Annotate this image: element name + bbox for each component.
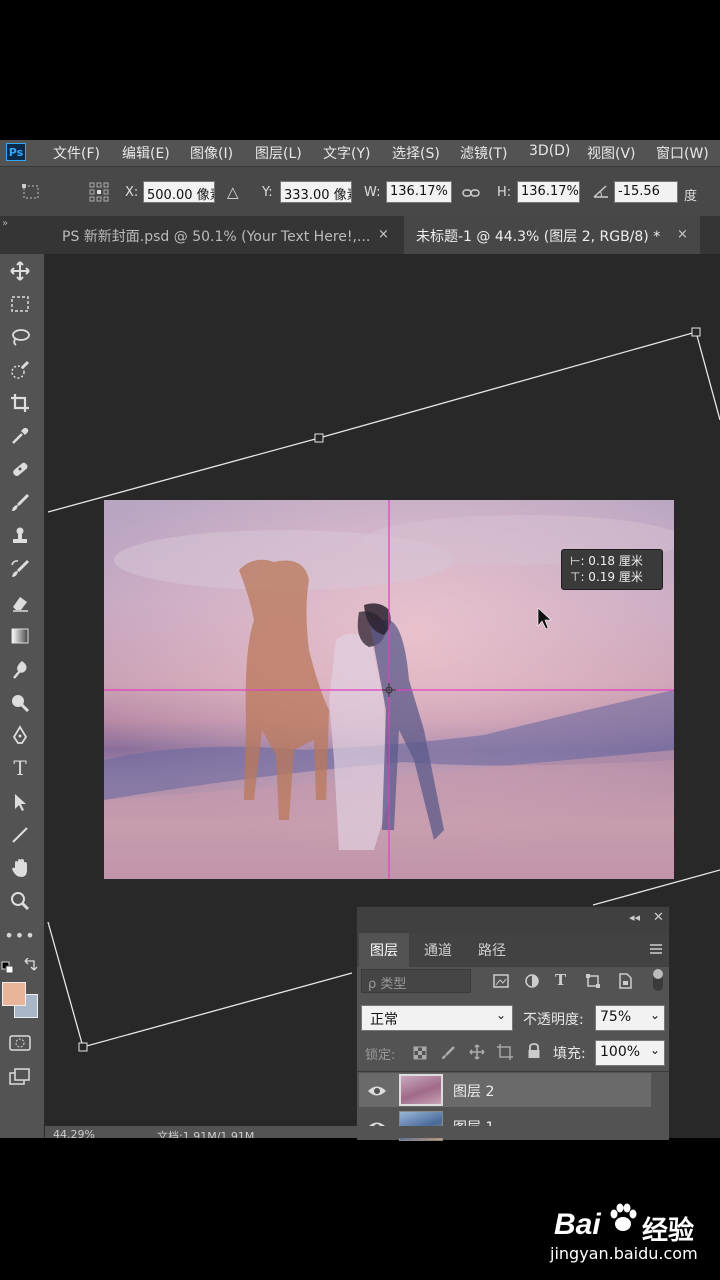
lock-all-icon[interactable]	[527, 1043, 541, 1059]
lock-artboard-icon[interactable]	[497, 1044, 513, 1060]
layers-panel: ◂◂ ✕ 图层 通道 路径 ρ 类型 T 正常 ⌄ 不透明度: 75% ⌄ 锁定…	[356, 906, 670, 1141]
chevron-down-icon: ⌄	[495, 1008, 506, 1022]
document-size: 文档:1.91M/1.91M	[157, 1130, 255, 1138]
panel-menu-icon[interactable]	[649, 941, 663, 955]
lock-transparent-icon[interactable]	[413, 1045, 427, 1060]
transform-handle[interactable]	[314, 433, 324, 443]
transform-handle[interactable]	[78, 1042, 88, 1052]
mouse-cursor-icon	[537, 607, 552, 630]
filter-type-icon[interactable]: T	[555, 971, 571, 989]
opacity-value: 75%	[600, 1009, 632, 1025]
opacity-field[interactable]: 75% ⌄	[595, 1005, 665, 1031]
opacity-label: 不透明度:	[523, 1012, 584, 1028]
tooltip-vertical-offset: ⊤: 0.19 厘米	[570, 570, 643, 584]
tab-layers[interactable]: 图层	[359, 933, 409, 967]
lock-paint-icon[interactable]	[441, 1045, 455, 1059]
chevron-down-icon: ⌄	[649, 1043, 660, 1057]
watermark-brand-suffix: 经验	[642, 1216, 695, 1246]
zoom-level[interactable]: 44.29%	[53, 1128, 95, 1138]
layer-thumbnail	[399, 1074, 443, 1106]
tab-channels[interactable]: 通道	[413, 933, 463, 967]
filter-toggle[interactable]	[653, 969, 663, 991]
tab-paths[interactable]: 路径	[467, 933, 517, 967]
fill-field[interactable]: 100% ⌄	[595, 1040, 665, 1066]
transform-handle[interactable]	[691, 327, 701, 337]
watermark-url: jingyan.baidu.com	[550, 1244, 698, 1263]
center-crosshair-icon[interactable]	[382, 683, 396, 697]
filter-pixel-icon[interactable]	[493, 973, 509, 989]
lock-position-icon[interactable]	[469, 1044, 485, 1060]
paw-logo-icon	[608, 1202, 638, 1234]
panel-collapse-icon[interactable]: ◂◂	[629, 911, 640, 924]
filter-adjustment-icon[interactable]	[524, 973, 540, 989]
chevron-down-icon: ⌄	[649, 1008, 660, 1022]
tooltip-horizontal-offset: ⊢: 0.18 厘米	[570, 554, 643, 568]
blend-mode-dropdown[interactable]: 正常 ⌄	[361, 1005, 513, 1031]
fill-label: 填充:	[553, 1046, 586, 1062]
eye-icon[interactable]	[367, 1083, 387, 1097]
transform-tooltip: ⊢: 0.18 厘米 ⊤: 0.19 厘米	[561, 549, 663, 590]
status-bar: 44.29% 文档:1.91M/1.91M	[45, 1126, 565, 1138]
lock-label: 锁定:	[365, 1048, 396, 1063]
panel-close-icon[interactable]: ✕	[653, 910, 664, 925]
layer-row-2[interactable]: 图层 2	[359, 1073, 651, 1107]
filter-shape-icon[interactable]	[585, 973, 601, 989]
fill-value: 100%	[600, 1044, 641, 1060]
blend-mode-value: 正常	[370, 1012, 398, 1028]
layer-name: 图层 2	[453, 1084, 495, 1100]
panel-header: ◂◂ ✕	[357, 907, 669, 933]
filter-smart-object-icon[interactable]	[617, 973, 633, 989]
watermark-brand: Bai	[554, 1208, 601, 1241]
baidu-jingyan-watermark: Bai 经验 jingyan.baidu.com	[550, 1196, 710, 1270]
layer-filter-dropdown[interactable]: ρ 类型	[361, 969, 471, 993]
